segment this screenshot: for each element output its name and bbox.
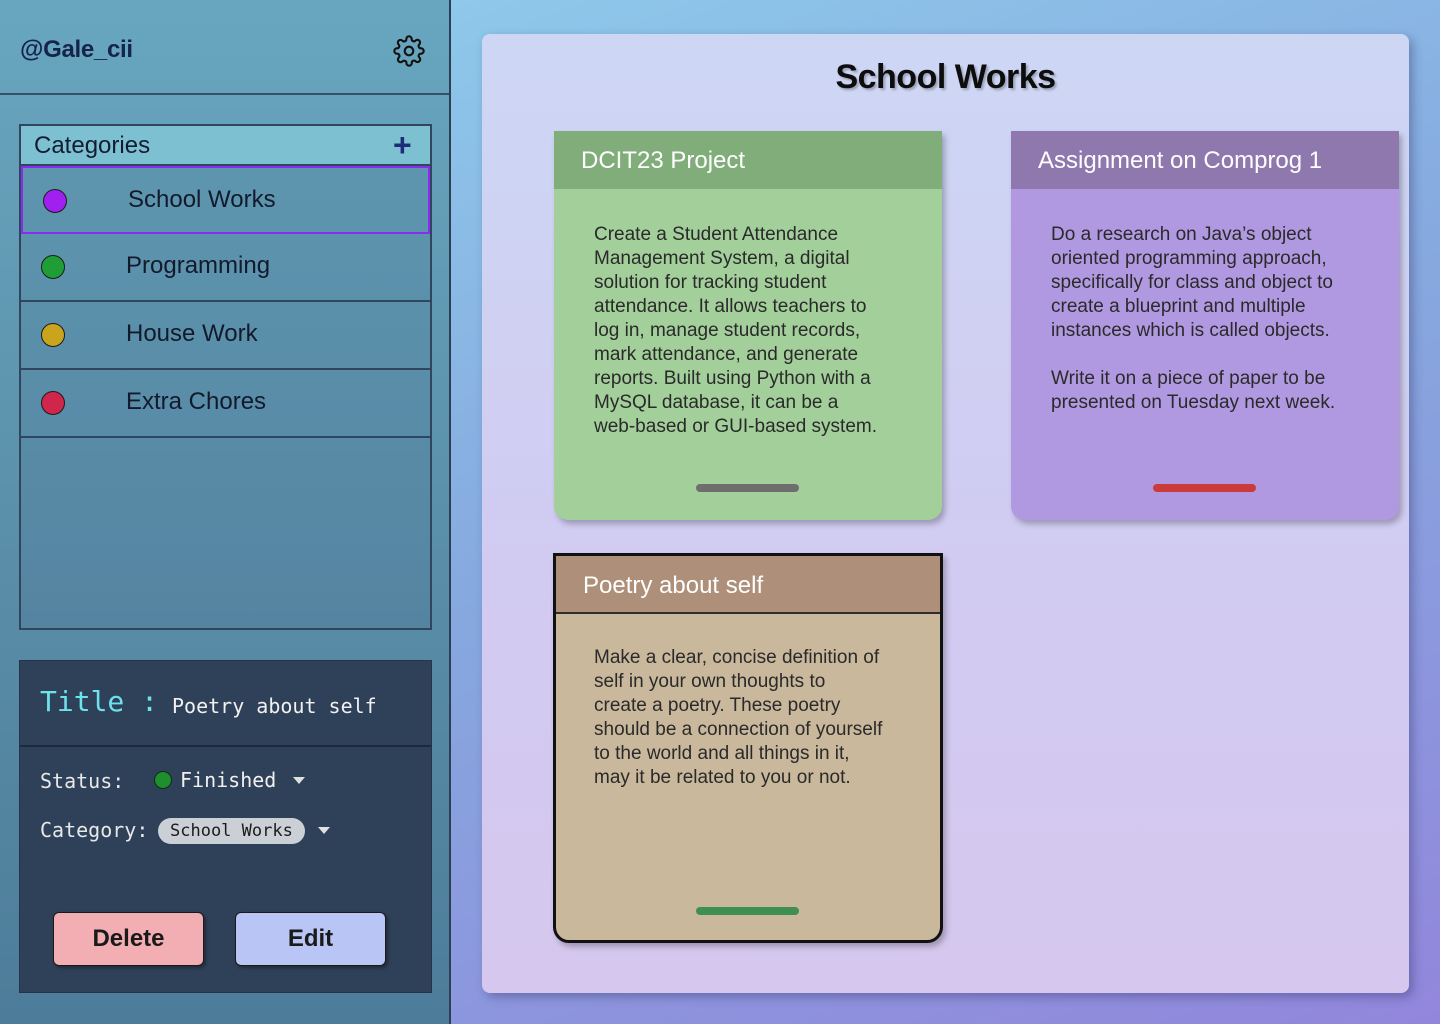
task-title-value: Poetry about self [172,694,377,718]
page-title: School Works [835,58,1056,96]
category-label: Extra Chores [126,388,267,415]
category-item-school-works[interactable]: School Works [21,166,430,234]
sidebar: @Gale_cii Categories + School Works Prog… [0,0,451,1024]
task-details-panel: Title : Poetry about self Status: Finish… [19,660,432,993]
delete-button[interactable]: Delete [53,912,204,966]
edit-button[interactable]: Edit [235,912,386,966]
categories-header: Categories + [21,126,430,166]
task-status-bar [696,484,799,492]
category-item-house-work[interactable]: House Work [21,302,430,370]
task-card-title: Assignment on Comprog 1 [1038,147,1323,174]
category-item-programming[interactable]: Programming [21,234,430,302]
category-color-dot [43,189,67,213]
task-card[interactable]: Assignment on Comprog 1 Do a research on… [1011,131,1399,520]
title-key: Title : [40,685,159,718]
category-value: School Works [170,821,293,841]
task-card-title: DCIT23 Project [581,147,746,174]
task-card[interactable]: DCIT23 Project Create a Student Attendan… [554,131,942,520]
chevron-down-icon [293,777,305,784]
task-card-body: Make a clear, concise definition of self… [594,647,883,788]
task-card-body: Create a Student Attendance Management S… [594,224,878,437]
sidebar-header: @Gale_cii [0,0,449,95]
gear-icon[interactable] [393,35,425,67]
categories-title: Categories [34,132,151,159]
category-label: Programming [126,252,271,279]
category-color-dot [41,391,65,415]
username: @Gale_cii [20,36,133,63]
category-color-dot [41,255,65,279]
status-dot [154,771,172,789]
task-card-title: Poetry about self [583,572,764,599]
categories-panel: Categories + School Works Programming Ho… [19,124,432,630]
chevron-down-icon[interactable] [318,827,330,834]
task-status-bar [1153,484,1256,492]
category-label: House Work [126,320,258,347]
category-item-extra-chores[interactable]: Extra Chores [21,370,430,438]
task-status-bar [696,907,799,915]
task-card-header: DCIT23 Project [554,131,942,189]
task-card-header: Poetry about self [556,556,940,614]
main-area: School Works DCIT23 Project Create a Stu… [451,0,1440,1024]
task-card-body: Do a research on Java’s object oriented … [1051,224,1336,413]
category-dropdown[interactable]: School Works [158,818,305,844]
add-category-button[interactable]: + [393,129,412,161]
task-card-header: Assignment on Comprog 1 [1011,131,1399,189]
status-value: Finished [180,768,277,792]
category-label-key: Category: [40,818,149,842]
category-color-dot [41,323,65,347]
task-title-row: Title : Poetry about self [20,661,431,747]
category-label: School Works [128,186,276,213]
task-card-selected[interactable]: Poetry about self Make a clear, concise … [553,553,943,943]
cards-panel: School Works DCIT23 Project Create a Stu… [482,34,1409,993]
status-label: Status: [40,769,125,793]
